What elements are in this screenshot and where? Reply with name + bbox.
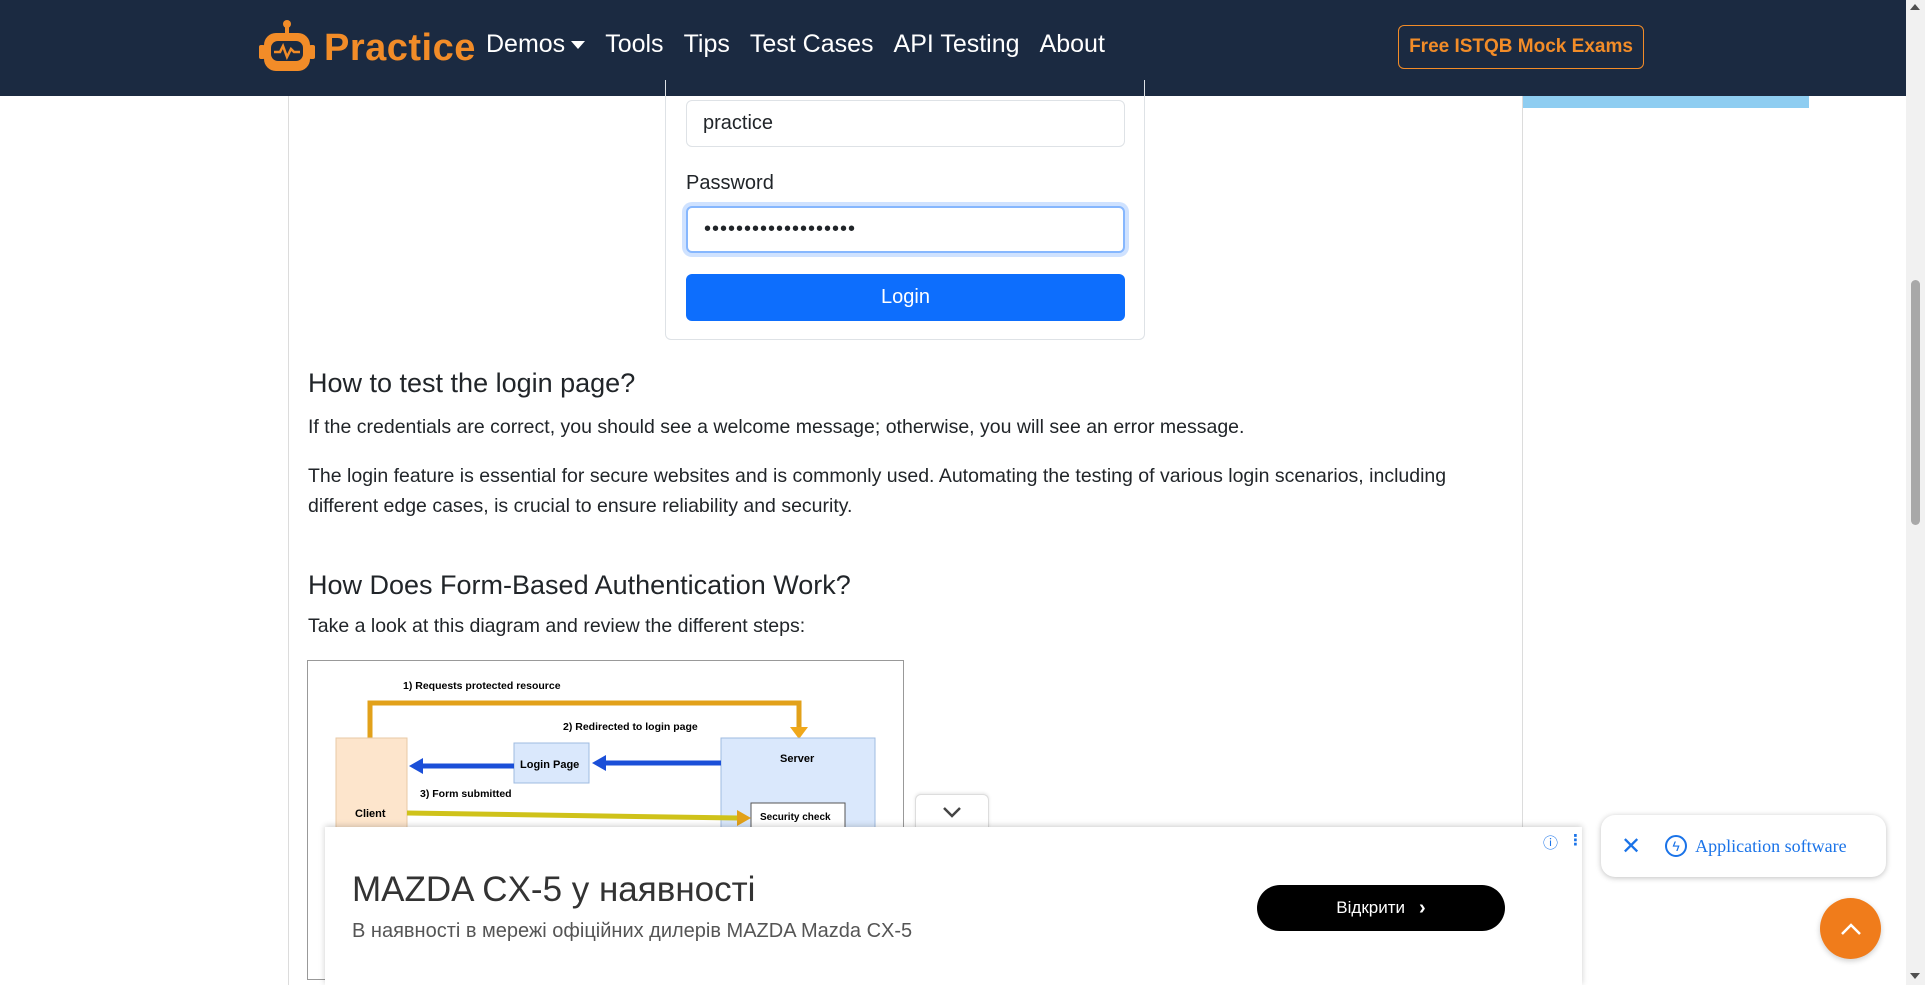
paragraph-login-feature: The login feature is essential for secur… <box>308 465 1447 517</box>
nav-about[interactable]: About <box>1040 30 1105 59</box>
login-button[interactable]: Login <box>686 274 1125 321</box>
arrow-form-submitted <box>406 810 739 821</box>
ad-banner[interactable]: MAZDA CX-5 у наявності В наявності в мер… <box>325 827 1583 985</box>
nav-test-cases[interactable]: Test Cases <box>750 30 874 59</box>
chevron-up-icon <box>1840 922 1861 935</box>
nav-demos-dropdown[interactable]: Demos <box>486 30 586 59</box>
diagram-step2-label: 2) Redirected to login page <box>563 721 698 733</box>
diagram-step3-label: 3) Form submitted <box>420 788 512 800</box>
brand-name: Practice <box>324 26 476 69</box>
ad-open-label: Відкрити <box>1336 898 1406 917</box>
sidebar-accent-strip <box>1523 96 1809 108</box>
diagram-server-label: Server <box>780 753 815 765</box>
username-input[interactable]: practice <box>686 100 1125 147</box>
page-scrollbar[interactable] <box>1906 0 1925 985</box>
application-software-chip[interactable]: ✕ ϟ Application software <box>1601 815 1886 877</box>
ad-subtitle: В наявності в мережі офіційних дилерів M… <box>352 920 913 942</box>
ad-open-button[interactable]: Відкрити › <box>1257 885 1505 931</box>
ad-title[interactable]: MAZDA CX-5 у наявності <box>352 870 755 910</box>
ad-more-options-icon[interactable]: ⋮ <box>1568 831 1583 849</box>
scroll-down-arrow-icon[interactable] <box>1910 973 1920 979</box>
caret-down-icon <box>571 41 586 50</box>
chevron-down-icon <box>943 807 961 818</box>
heading-how-to-test: How to test the login page? <box>308 368 636 398</box>
diagram-client-label: Client <box>355 808 386 820</box>
arrow-request-head <box>790 727 808 739</box>
brand-link[interactable]: Practice <box>258 18 476 78</box>
password-input[interactable]: ••••••••••••••••••• <box>686 206 1125 253</box>
diagram-security-check-label: Security check <box>760 812 831 823</box>
robot-logo-icon <box>259 20 315 71</box>
arrow-redirect-b-head <box>409 758 423 774</box>
paragraph-credentials: If the credentials are correct, you shou… <box>308 416 1245 438</box>
arrow-redirect-a-head <box>592 755 606 771</box>
lightning-icon: ϟ <box>1665 835 1688 857</box>
nav-tools[interactable]: Tools <box>605 30 663 59</box>
scrollbar-thumb[interactable] <box>1911 280 1920 525</box>
password-label: Password <box>686 172 774 194</box>
content-left-border <box>288 96 289 985</box>
chip-label: Application software <box>1695 835 1847 856</box>
diagram-login-page-label: Login Page <box>520 759 579 771</box>
scroll-up-arrow-icon[interactable] <box>1910 4 1920 10</box>
heading-form-auth: How Does Form-Based Authentication Work? <box>308 570 851 600</box>
nav-tips[interactable]: Tips <box>684 30 730 59</box>
nav-demos-label: Demos <box>486 30 566 58</box>
ad-collapse-toggle[interactable] <box>915 794 989 829</box>
back-to-top-button[interactable] <box>1820 898 1881 959</box>
istqb-mock-exams-button[interactable]: Free ISTQB Mock Exams <box>1398 25 1644 69</box>
paragraph-diagram-intro: Take a look at this diagram and review t… <box>308 615 806 637</box>
close-icon[interactable]: ✕ <box>1621 832 1641 861</box>
chevron-right-icon: › <box>1419 896 1426 919</box>
nav-menu: Demos Tools Tips Test Cases API Testing … <box>486 30 1125 59</box>
diagram-step1-label: 1) Requests protected resource <box>403 680 561 692</box>
nav-api-testing[interactable]: API Testing <box>894 30 1020 59</box>
ad-info-icon[interactable]: ⓘ <box>1543 832 1558 853</box>
